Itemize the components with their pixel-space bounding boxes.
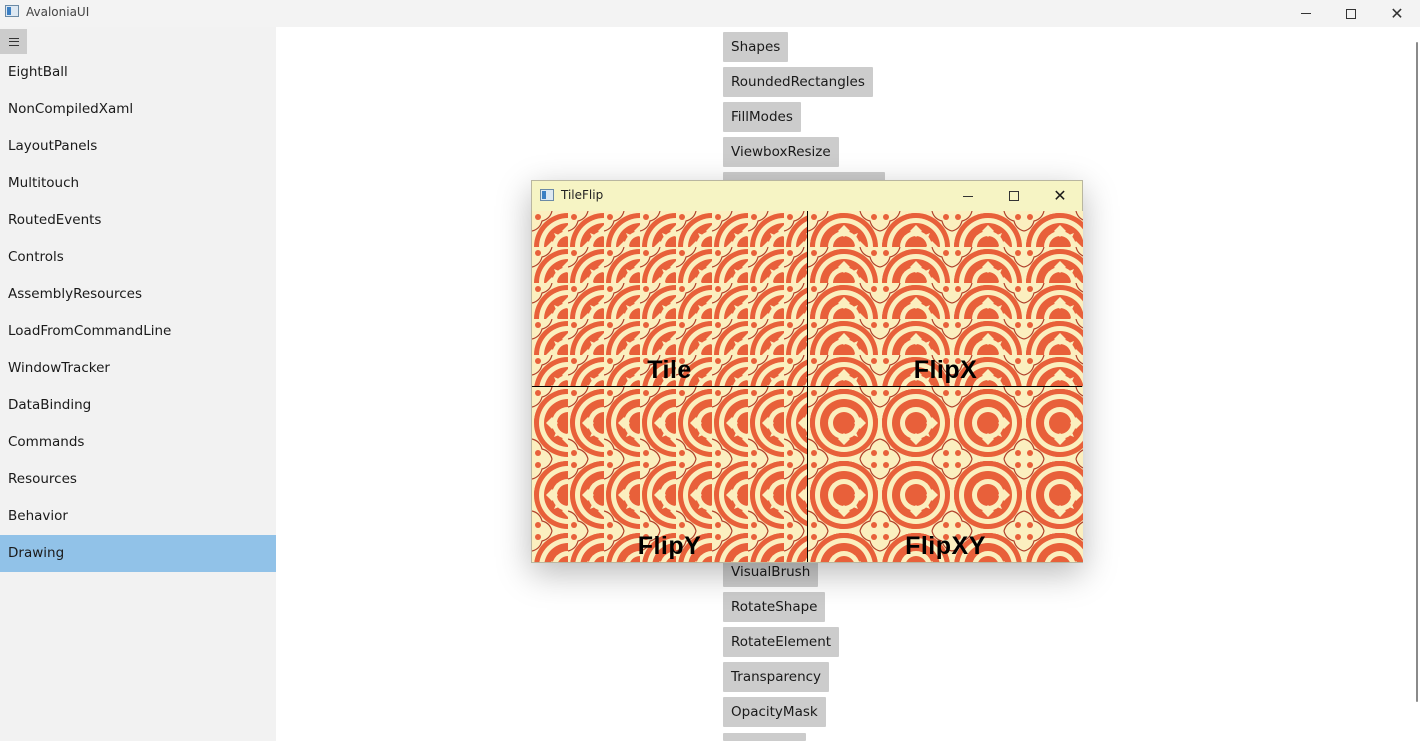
minimize-icon — [963, 195, 973, 197]
sidebar-item-windowtracker[interactable]: WindowTracker — [0, 350, 276, 387]
app-icon — [540, 189, 554, 201]
nav-list: EightBall NonCompiledXaml LayoutPanels M… — [0, 54, 276, 572]
sidebar-item-behavior[interactable]: Behavior — [0, 498, 276, 535]
child-window-title: TileFlip — [561, 188, 604, 202]
pane-toggle-button[interactable] — [0, 29, 27, 54]
close-button[interactable]: ✕ — [1374, 0, 1420, 27]
close-icon: ✕ — [1053, 186, 1067, 205]
transparency-button[interactable]: Transparency — [723, 662, 830, 692]
scrollbar[interactable] — [1416, 42, 1418, 702]
child-maximize-button[interactable] — [991, 181, 1037, 211]
maximize-button[interactable] — [1328, 0, 1374, 27]
sidebar-item-layoutpanels[interactable]: LayoutPanels — [0, 128, 276, 165]
child-close-button[interactable]: ✕ — [1037, 181, 1083, 211]
next-demo-button[interactable] — [723, 733, 806, 741]
tileflip-window[interactable]: TileFlip ✕ Tile FlipX FlipY FlipXY — [531, 180, 1083, 563]
sidebar-item-routedevents[interactable]: RoutedEvents — [0, 202, 276, 239]
sidebar-item-databinding[interactable]: DataBinding — [0, 387, 276, 424]
tile-label: Tile — [647, 356, 692, 384]
sidebar-item-noncompiledxaml[interactable]: NonCompiledXaml — [0, 91, 276, 128]
sidebar-item-eightball[interactable]: EightBall — [0, 54, 276, 91]
child-minimize-button[interactable] — [945, 181, 991, 211]
rotateshape-button[interactable]: RotateShape — [723, 592, 826, 622]
sidebar-item-commands[interactable]: Commands — [0, 424, 276, 461]
tile-panel-flipx: FlipX — [808, 211, 1083, 386]
sidebar-item-controls[interactable]: Controls — [0, 239, 276, 276]
tile-panel-tile: Tile — [532, 211, 807, 386]
sidebar-item-multitouch[interactable]: Multitouch — [0, 165, 276, 202]
flipxy-label: FlipXY — [905, 532, 986, 560]
sidebar-item-assemblyresources[interactable]: AssemblyResources — [0, 276, 276, 313]
fillmodes-button[interactable]: FillModes — [723, 102, 801, 132]
hamburger-icon — [8, 37, 19, 46]
opacitymask-button[interactable]: OpacityMask — [723, 697, 826, 727]
close-icon: ✕ — [1390, 3, 1404, 23]
maximize-icon — [1346, 8, 1356, 19]
viewboxresize-button[interactable]: ViewboxResize — [723, 137, 839, 167]
rotateelement-button[interactable]: RotateElement — [723, 627, 840, 657]
maximize-icon — [1009, 191, 1019, 201]
minimize-button[interactable] — [1283, 0, 1329, 27]
shapes-button[interactable]: Shapes — [723, 32, 789, 62]
sidebar-item-drawing[interactable]: Drawing — [0, 535, 276, 572]
child-title-bar[interactable]: TileFlip ✕ — [532, 181, 1082, 211]
roundedrectangles-button[interactable]: RoundedRectangles — [723, 67, 873, 97]
flipy-label: FlipY — [637, 532, 702, 560]
sidebar: EightBall NonCompiledXaml LayoutPanels M… — [0, 27, 276, 741]
tile-panel-flipxy: FlipXY — [808, 387, 1083, 562]
minimize-icon — [1301, 13, 1311, 14]
sidebar-item-resources[interactable]: Resources — [0, 461, 276, 498]
title-bar[interactable]: AvaloniaUI ✕ — [0, 0, 1420, 27]
tile-panel-flipy: FlipY — [532, 387, 807, 562]
flipx-label: FlipX — [913, 356, 978, 384]
window-title: AvaloniaUI — [26, 5, 90, 19]
tile-grid: Tile FlipX FlipY FlipXY — [532, 211, 1083, 562]
sidebar-item-loadfromcommandline[interactable]: LoadFromCommandLine — [0, 313, 276, 350]
app-icon — [5, 5, 19, 17]
